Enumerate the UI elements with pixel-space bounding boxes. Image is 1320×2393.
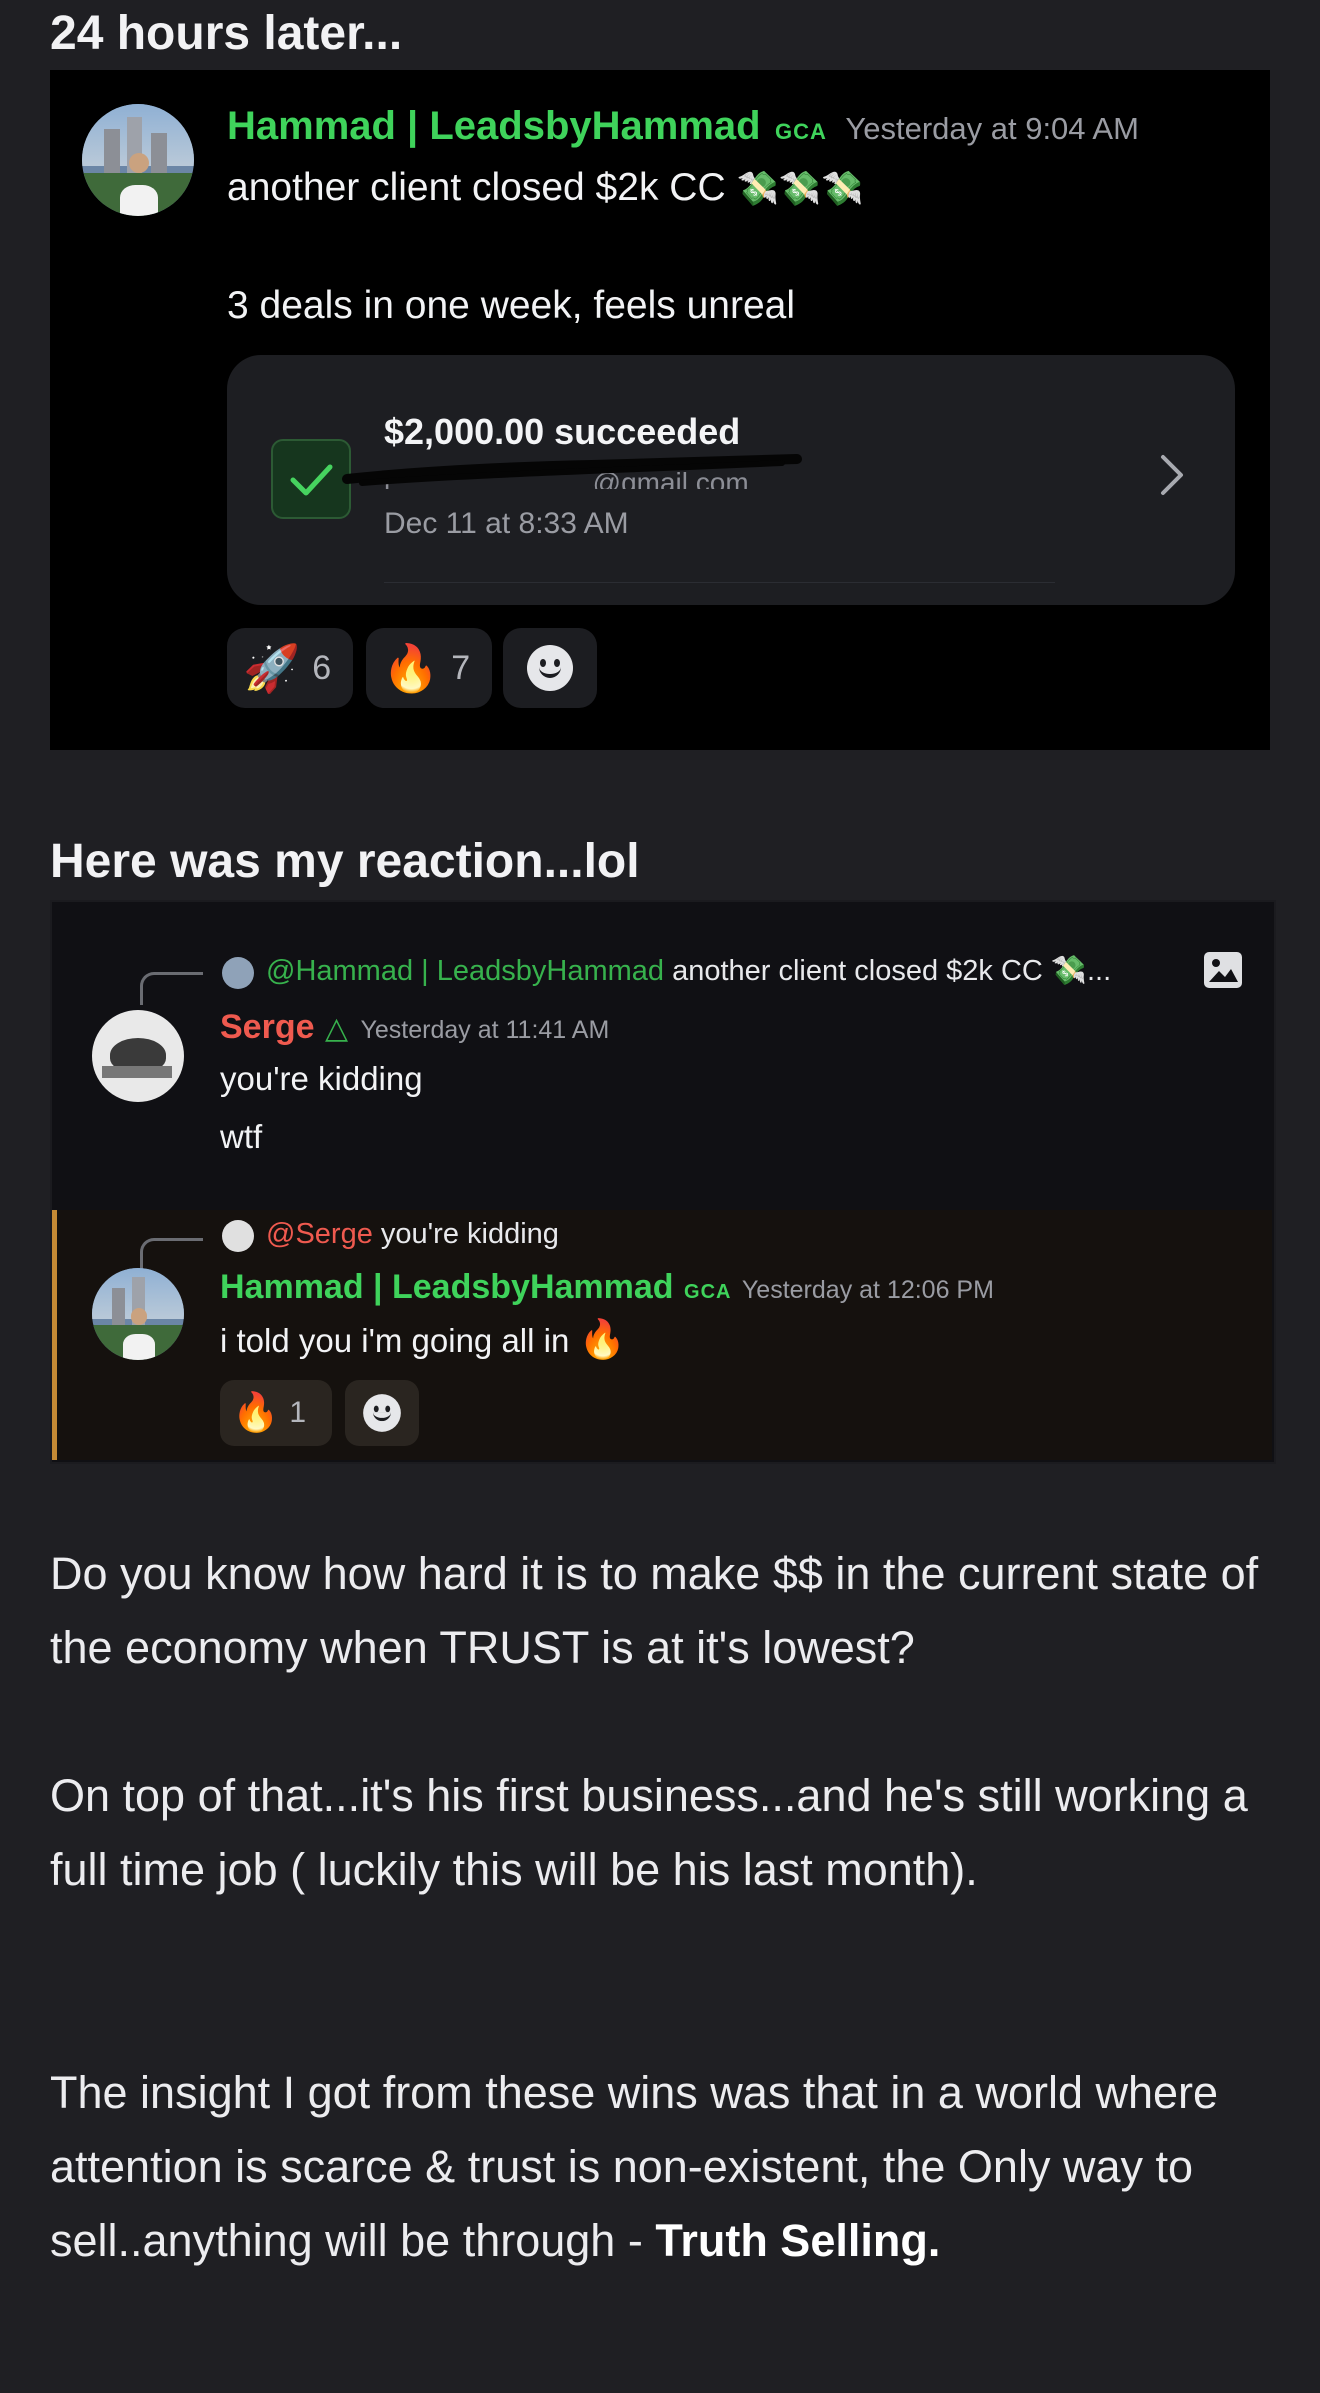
section-heading-24-hours: 24 hours later... [50, 7, 403, 60]
reply-mention: @Hammad | LeadsbyHammad [266, 955, 665, 987]
message-text: i told you i'm going all in [220, 1322, 570, 1359]
reply-connector [140, 1238, 203, 1271]
checkmark-icon [271, 439, 351, 519]
timestamp[interactable]: Yesterday at 9:04 AM [845, 111, 1139, 146]
reply-connector [140, 972, 203, 1005]
serge-avatar[interactable] [92, 1010, 184, 1102]
triangle-badge-icon: △ [324, 1012, 349, 1045]
rocket-emoji: 🚀 [243, 641, 301, 694]
reaction-count: 1 [289, 1396, 307, 1429]
reply-mention: @Serge [266, 1218, 373, 1250]
reaction-count: 6 [312, 648, 332, 687]
author-name[interactable]: Hammad | LeadsbyHammad [227, 104, 761, 148]
serge-header: Serge △ Yesterday at 11:41 AM [220, 1008, 609, 1047]
payment-date: Dec 11 at 8:33 AM [384, 507, 629, 540]
hammad-avatar[interactable] [82, 104, 194, 216]
reaction-fire[interactable]: 🔥 1 [220, 1380, 332, 1446]
paragraph-economy: Do you know how hard it is to make $$ in… [50, 1548, 1259, 1673]
message-line-2: 3 deals in one week, feels unreal [227, 284, 796, 327]
smiley-icon [527, 645, 573, 691]
reply-preview[interactable]: @Hammad | LeadsbyHammad another client c… [266, 954, 1206, 988]
timestamp[interactable]: Yesterday at 11:41 AM [360, 1016, 609, 1044]
reply-preview[interactable]: @Serge you're kidding [266, 1218, 559, 1251]
smiley-icon [363, 1394, 401, 1432]
highlighted-message: @Serge you're kidding Hammad | LeadsbyHa… [52, 1210, 1272, 1460]
money-wings-emoji: 💸💸💸 [736, 170, 864, 208]
redaction-scribble [342, 454, 802, 486]
author-name[interactable]: Hammad | LeadsbyHammad [220, 1268, 674, 1306]
reply-text: another client closed $2k CC 💸... [672, 955, 1112, 987]
fire-emoji: 🔥 [382, 641, 440, 694]
fire-emoji: 🔥 [232, 1392, 280, 1434]
reply-text: you're kidding [380, 1218, 559, 1250]
insight-text: The insight I got from these wins was th… [50, 2067, 1219, 2266]
add-reaction-button[interactable] [503, 628, 597, 708]
post-header: Hammad | LeadsbyHammad GCA Yesterday at … [227, 104, 1139, 149]
discord-post-screenshot: Hammad | LeadsbyHammad GCA Yesterday at … [50, 70, 1270, 750]
image-icon[interactable] [1204, 952, 1242, 988]
add-reaction-button[interactable] [345, 1380, 419, 1446]
section-heading-reaction: Here was my reaction...lol [50, 835, 640, 888]
mini-avatar [222, 957, 254, 989]
hammad-message: i told you i'm going all in 🔥 [220, 1318, 626, 1362]
reaction-count: 7 [451, 648, 471, 687]
mini-avatar [222, 1220, 254, 1252]
serge-message-1: you're kidding [220, 1060, 423, 1097]
paragraph-first-business: On top of that...it's his first business… [50, 1770, 1248, 1895]
reaction-fire[interactable]: 🔥 7 [366, 628, 492, 708]
payment-card[interactable]: $2,000.00 succeeded i_____________@gmail… [227, 355, 1235, 605]
serge-message-2: wtf [220, 1118, 263, 1155]
payment-amount: $2,000.00 succeeded [384, 411, 741, 452]
hammad-avatar[interactable] [92, 1268, 184, 1360]
timestamp[interactable]: Yesterday at 12:06 PM [742, 1276, 994, 1304]
card-divider [384, 582, 1055, 583]
paragraph-insight: The insight I got from these wins was th… [50, 2056, 1280, 2278]
role-tag[interactable]: GCA [775, 119, 827, 144]
truth-selling-bold: Truth Selling. [655, 2215, 941, 2266]
serge-name[interactable]: Serge [220, 1008, 315, 1046]
role-tag[interactable]: GCA [684, 1281, 731, 1303]
discord-chat-screenshot: @Hammad | LeadsbyHammad another client c… [50, 900, 1276, 1464]
chevron-right-icon[interactable] [1157, 453, 1187, 502]
fire-emoji: 🔥 [578, 1319, 626, 1361]
reaction-rocket[interactable]: 🚀 6 [227, 628, 353, 708]
message-text: another client closed $2k CC [227, 166, 726, 209]
message-line-1: another client closed $2k CC 💸💸💸 [227, 166, 863, 210]
hammad-header: Hammad | LeadsbyHammad GCA Yesterday at … [220, 1268, 994, 1307]
